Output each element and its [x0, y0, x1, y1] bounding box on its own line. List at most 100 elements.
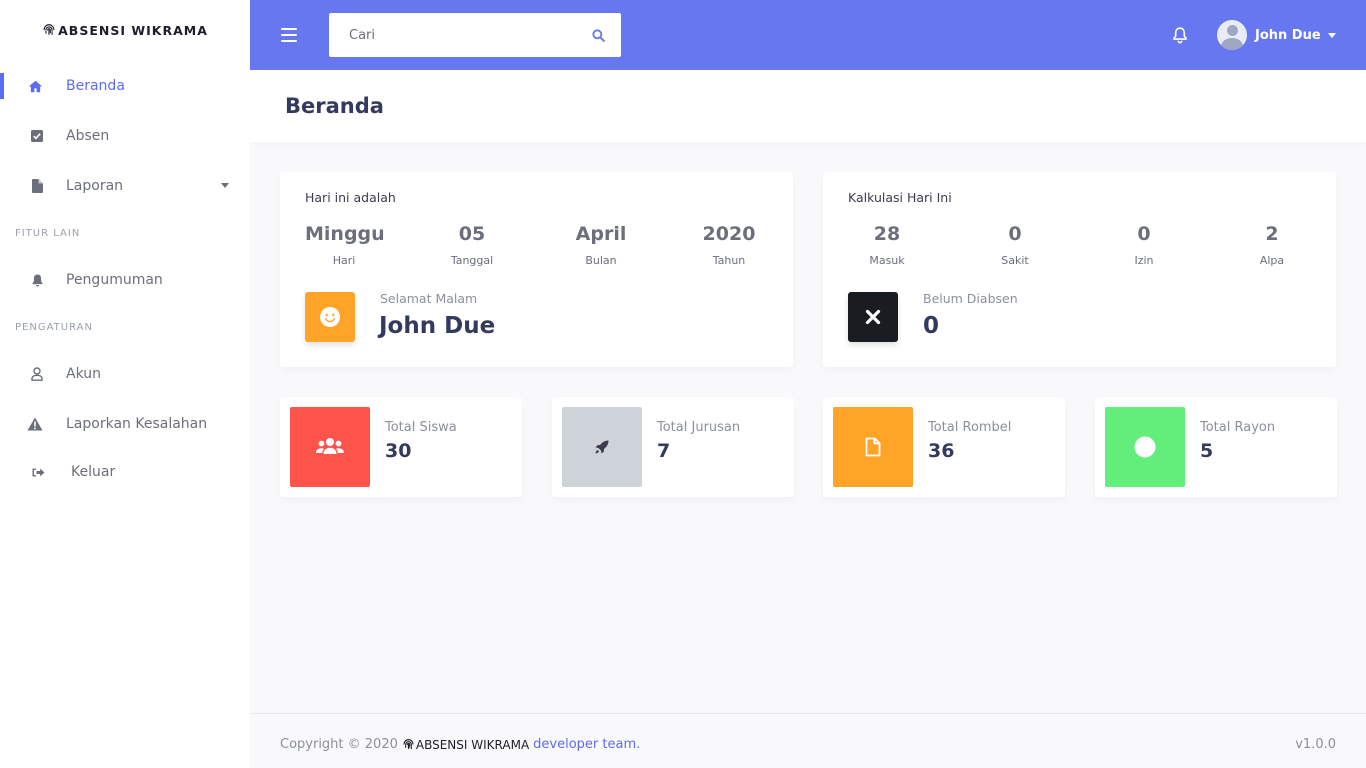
- brand-name: ABSENSI WIKRAMA: [58, 22, 208, 38]
- total-icon-box: [562, 407, 642, 487]
- developer-team-link[interactable]: developer team.: [533, 737, 640, 752]
- card-title: Kalkulasi Hari Ini: [848, 190, 952, 205]
- sidebar-item-beranda[interactable]: Beranda: [0, 61, 250, 111]
- copyright-text: Copyright © 2020: [280, 737, 398, 752]
- chevron-down-icon: [221, 183, 229, 188]
- search-box: [329, 13, 621, 57]
- stat-label: Sakit: [1001, 254, 1029, 267]
- stat-label: Tanggal: [450, 254, 494, 267]
- total-siswa-card[interactable]: Total Siswa 30: [280, 397, 522, 497]
- sidebar-section-title: PENGATURAN: [15, 321, 93, 333]
- stat-value: Minggu: [305, 223, 385, 245]
- stat-value: 0: [1008, 223, 1022, 245]
- warning-icon: [26, 415, 44, 433]
- card-title: Hari ini adalah: [305, 190, 396, 205]
- stat-label: Hari: [332, 254, 356, 267]
- rocket-icon: [595, 440, 609, 454]
- sidebar-item-laporan[interactable]: Laporan: [0, 161, 250, 211]
- total-icon-box: [833, 407, 913, 487]
- chevron-down-icon: [1327, 32, 1336, 38]
- user-menu[interactable]: John Due: [1217, 20, 1336, 50]
- sidebar-item-label: Laporan: [66, 178, 124, 194]
- sidebar-item-label: Laporkan Kesalahan: [66, 416, 208, 432]
- notification-bell-icon[interactable]: [1170, 25, 1190, 45]
- footer-copyright: Copyright © 2020 ABSENSI WIKRAMA develop…: [280, 737, 640, 752]
- stat-izin: 0 Izin: [1105, 222, 1183, 267]
- close-icon: [865, 309, 881, 325]
- total-value: 36: [928, 440, 955, 462]
- stat-value: 2: [1265, 223, 1279, 245]
- user-icon: [28, 365, 46, 383]
- page-title: Beranda: [285, 94, 384, 118]
- total-title: Total Siswa: [385, 420, 457, 435]
- total-rayon-card[interactable]: Total Rayon 5: [1095, 397, 1337, 497]
- stat-value: 0: [1137, 223, 1151, 245]
- home-icon: [26, 77, 44, 95]
- version-label: v1.0.0: [1295, 737, 1336, 752]
- stat-day: Minggu Hari: [305, 222, 385, 267]
- stat-year: 2020 Tahun: [690, 222, 768, 267]
- users-icon: [316, 438, 344, 454]
- sidebar-item-label: Pengumuman: [66, 272, 163, 288]
- total-value: 7: [657, 440, 671, 462]
- pending-icon-box: [848, 292, 898, 342]
- stat-value: 28: [873, 223, 901, 245]
- hamburger-menu-icon[interactable]: [281, 28, 297, 42]
- sidebar-item-laporkan-kesalahan[interactable]: Laporkan Kesalahan: [0, 399, 250, 449]
- greeting-name: John Due: [379, 313, 496, 339]
- bell-icon: [28, 271, 46, 289]
- calc-card: Kalkulasi Hari Ini 28 Masuk 0 Sakit 0 Iz…: [823, 172, 1336, 367]
- stat-sakit: 0 Sakit: [976, 222, 1054, 267]
- section-header: Beranda: [250, 70, 1366, 142]
- sidebar: ABSENSI WIKRAMA Beranda Absen Laporan FI…: [0, 0, 250, 768]
- footer-brand: ABSENSI WIKRAMA: [402, 738, 529, 752]
- stat-masuk: 28 Masuk: [848, 222, 926, 267]
- brand-logo[interactable]: ABSENSI WIKRAMA: [0, 0, 250, 60]
- avatar: [1217, 20, 1247, 50]
- user-name: John Due: [1255, 27, 1321, 43]
- pending-value: 0: [923, 313, 940, 339]
- search-icon: [591, 28, 605, 42]
- smile-icon: [320, 307, 340, 327]
- fingerprint-icon: [403, 739, 414, 750]
- stat-label: Izin: [1134, 254, 1154, 267]
- total-icon-box: [1105, 407, 1185, 487]
- search-button[interactable]: [575, 13, 621, 57]
- search-input[interactable]: [329, 13, 575, 57]
- total-value: 5: [1200, 440, 1214, 462]
- total-title: Total Rayon: [1200, 420, 1276, 435]
- greeting-icon-box: [305, 292, 355, 342]
- sidebar-item-akun[interactable]: Akun: [0, 349, 250, 399]
- total-title: Total Jurusan: [657, 420, 741, 435]
- greeting-label: Selamat Malam: [380, 291, 478, 306]
- file-icon: [865, 437, 881, 457]
- pending-label: Belum Diabsen: [923, 291, 1018, 306]
- total-title: Total Rombel: [928, 420, 1012, 435]
- sidebar-item-keluar[interactable]: Keluar: [0, 449, 250, 495]
- circle-icon: [1134, 436, 1156, 458]
- stat-label: Alpa: [1259, 254, 1285, 267]
- total-icon-box: [290, 407, 370, 487]
- check-square-icon: [28, 127, 46, 145]
- stat-label: Masuk: [869, 254, 905, 267]
- fingerprint-icon: [43, 24, 55, 35]
- sidebar-item-label: Beranda: [66, 78, 125, 94]
- total-rombel-card[interactable]: Total Rombel 36: [823, 397, 1065, 497]
- stat-label: Bulan: [585, 254, 617, 267]
- sidebar-item-label: Absen: [66, 128, 110, 144]
- stat-alpa: 2 Alpa: [1233, 222, 1311, 267]
- sidebar-item-pengumuman[interactable]: Pengumuman: [0, 255, 250, 305]
- sidebar-item-absen[interactable]: Absen: [0, 111, 250, 161]
- stat-month: April Bulan: [562, 222, 640, 267]
- stat-date: 05 Tanggal: [433, 222, 511, 267]
- total-jurusan-card[interactable]: Total Jurusan 7: [552, 397, 794, 497]
- sidebar-item-label: Keluar: [71, 464, 116, 480]
- topbar: John Due: [250, 0, 1366, 70]
- total-value: 30: [385, 440, 412, 462]
- sign-out-icon: [29, 463, 47, 481]
- sidebar-item-label: Akun: [66, 366, 101, 382]
- stat-value: 05: [458, 223, 486, 245]
- stat-value: 2020: [702, 223, 756, 245]
- sidebar-section-title: FITUR LAIN: [15, 227, 81, 239]
- stat-label: Tahun: [712, 254, 746, 267]
